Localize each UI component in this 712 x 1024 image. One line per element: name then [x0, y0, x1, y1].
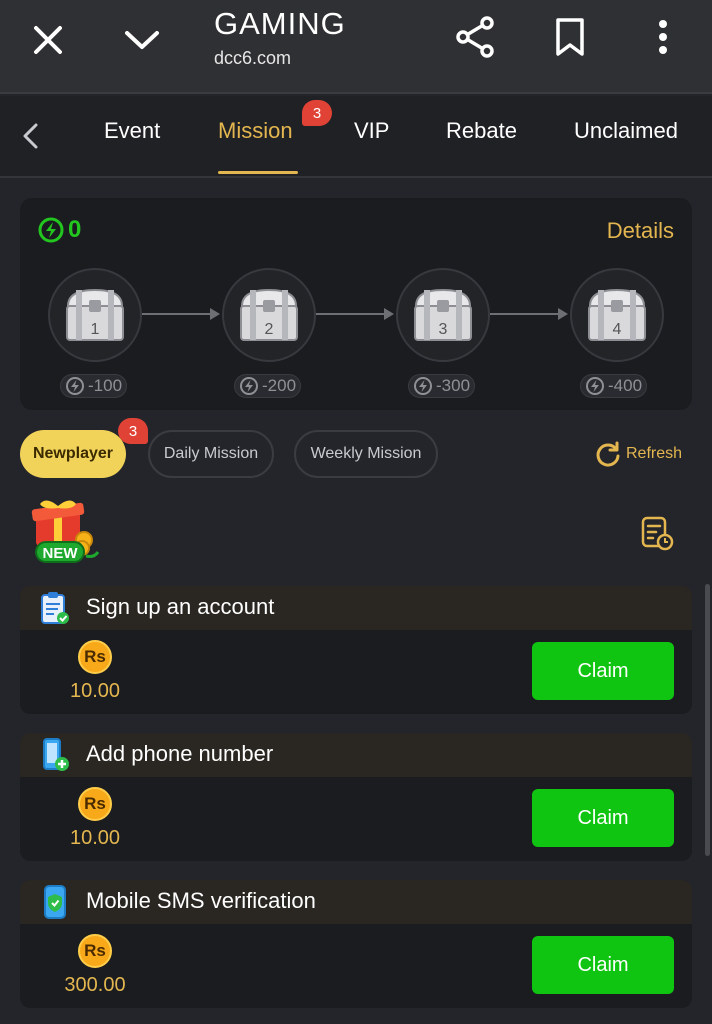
chest-cost: -300	[408, 374, 476, 398]
treasure-chest-icon: 2	[240, 288, 298, 341]
reward-amount: 10.00	[69, 827, 121, 849]
claim-button[interactable]: Claim	[532, 642, 674, 700]
energy-value: 0	[68, 216, 82, 243]
refresh-label: Refresh	[626, 445, 683, 462]
chest-connector	[316, 308, 394, 320]
bookmark-icon[interactable]	[548, 14, 592, 60]
chest-1[interactable]: 1	[48, 268, 142, 362]
tab-vip[interactable]: VIP	[354, 118, 389, 144]
claim-button[interactable]: Claim	[532, 936, 674, 994]
energy-bolt-icon	[414, 377, 432, 395]
back-chevron-icon[interactable]	[14, 116, 46, 156]
filter-daily-mission[interactable]: Daily Mission	[148, 430, 274, 478]
energy-bolt-icon	[38, 217, 64, 243]
close-icon[interactable]	[26, 18, 70, 62]
energy-bolt-icon	[586, 377, 604, 395]
reward-amount: 300.00	[64, 974, 126, 996]
chest-cost: -400	[580, 374, 648, 398]
chest-cost-value: -400	[608, 376, 643, 395]
chest-2[interactable]: 2	[222, 268, 316, 362]
mission-title: Add phone number	[86, 741, 274, 766]
rupee-coin-icon: Rs	[78, 934, 112, 968]
mission-card: Add phone number Rs 10.00 Claim	[20, 733, 692, 861]
energy-balance: 0	[38, 216, 81, 244]
mission-title: Sign up an account	[86, 594, 275, 619]
newplayer-count-badge: 3	[118, 418, 148, 444]
chest-cost: -100	[60, 374, 128, 398]
tab-event[interactable]: Event	[104, 118, 160, 144]
chest-number: 3	[439, 321, 448, 338]
category-tabs: Event Mission VIP Rebate Unclaimed	[0, 96, 712, 178]
clipboard-check-icon	[38, 590, 72, 626]
chest-4[interactable]: 4	[570, 268, 664, 362]
details-link[interactable]: Details	[607, 218, 674, 244]
chest-number: 4	[613, 321, 622, 338]
new-gift-logo: NEW	[24, 498, 102, 566]
phone-add-icon	[38, 737, 72, 773]
treasure-chest-icon: 1	[66, 288, 124, 341]
chest-cost-value: -200	[262, 376, 297, 395]
chest-3[interactable]: 3	[396, 268, 490, 362]
energy-progress-card: 0 Details 1 2 3 4 -100 -200 -300 -400	[20, 198, 692, 410]
filter-weekly-mission[interactable]: Weekly Mission	[294, 430, 438, 478]
scrollbar[interactable]	[705, 584, 710, 856]
chevron-down-icon[interactable]	[120, 18, 164, 62]
tab-mission[interactable]: Mission	[218, 118, 293, 144]
refresh-icon	[596, 441, 620, 467]
mission-header: Mobile SMS verification	[20, 880, 692, 924]
energy-bolt-icon	[66, 377, 84, 395]
mission-header: Sign up an account	[20, 586, 692, 630]
chest-cost-value: -300	[436, 376, 471, 395]
chest-cost-value: -100	[88, 376, 123, 395]
chest-number: 1	[91, 321, 100, 338]
claim-button[interactable]: Claim	[532, 789, 674, 847]
browser-url: dcc6.com	[214, 48, 292, 68]
share-icon[interactable]	[452, 14, 498, 60]
energy-bolt-icon	[240, 377, 258, 395]
new-label: NEW	[43, 545, 79, 562]
chest-cost: -200	[234, 374, 302, 398]
filter-newplayer[interactable]: Newplayer	[20, 430, 126, 478]
tab-unclaimed[interactable]: Unclaimed	[574, 118, 678, 144]
treasure-chest-icon: 3	[414, 288, 472, 341]
treasure-chest-icon: 4	[588, 288, 646, 341]
tab-rebate[interactable]: Rebate	[446, 118, 517, 144]
mission-card: Mobile SMS verification Rs 300.00 Claim	[20, 880, 692, 1008]
phone-shield-icon	[38, 884, 72, 920]
mission-header: Add phone number	[20, 733, 692, 777]
active-tab-indicator	[218, 171, 298, 174]
chest-number: 2	[265, 321, 274, 338]
chest-connector	[490, 308, 568, 320]
mission-count-badge: 3	[302, 100, 332, 126]
browser-toolbar: GAMING dcc6.com	[0, 0, 712, 94]
rupee-coin-icon: Rs	[78, 787, 112, 821]
mission-card: Sign up an account Rs 10.00 Claim	[20, 586, 692, 714]
browser-title: GAMING	[214, 6, 346, 41]
more-vert-icon[interactable]	[645, 14, 681, 60]
rupee-coin-icon: Rs	[78, 640, 112, 674]
reward-amount: 10.00	[69, 680, 121, 702]
refresh-button[interactable]: Refresh	[594, 440, 682, 468]
chest-connector	[142, 308, 220, 320]
mission-history-icon[interactable]	[638, 514, 676, 552]
mission-title: Mobile SMS verification	[86, 888, 316, 913]
